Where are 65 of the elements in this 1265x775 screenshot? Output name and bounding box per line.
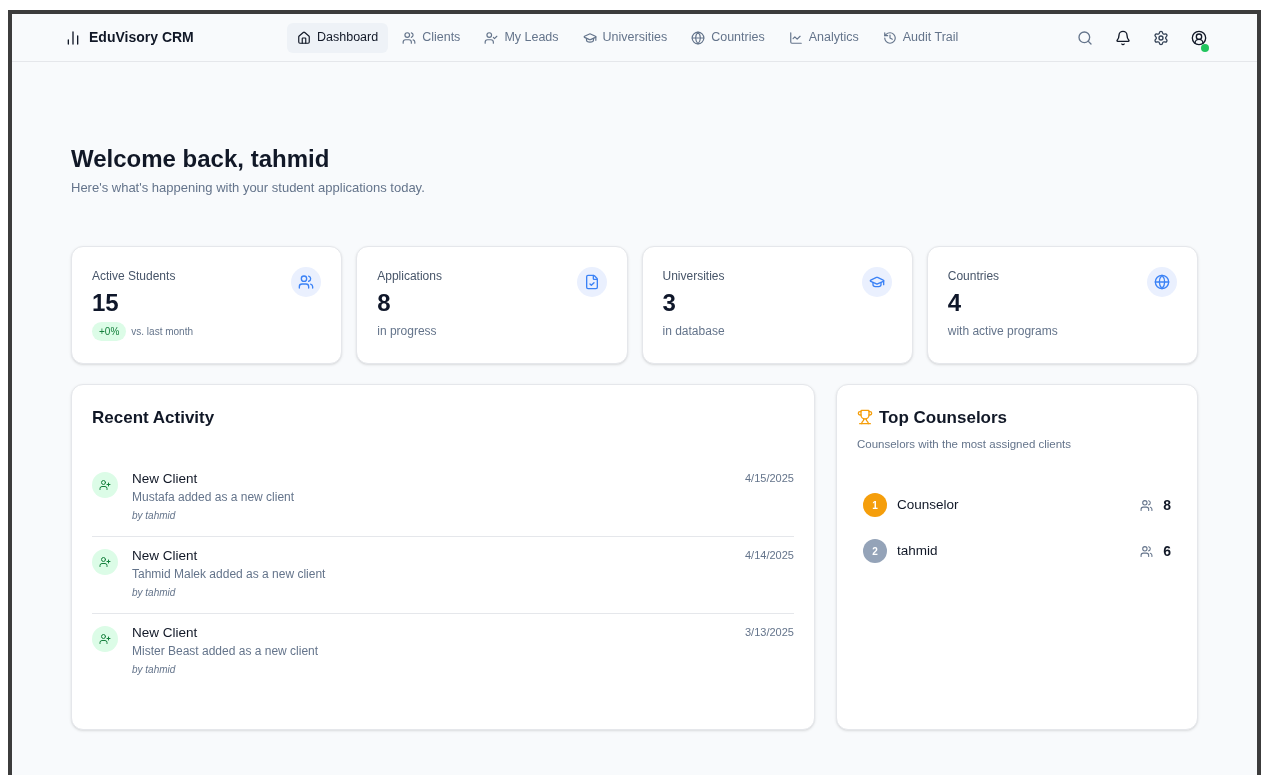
users-icon xyxy=(1140,498,1154,512)
activity-author: by tahmid xyxy=(132,509,177,523)
home-icon xyxy=(297,30,311,45)
activity-date: 4/15/2025 xyxy=(745,471,794,486)
stat-value: 4 xyxy=(947,287,963,318)
file-check-icon xyxy=(583,273,600,290)
nav-tab[interactable]: Dashboard xyxy=(287,22,389,53)
user-plus-icon xyxy=(99,633,111,645)
counselor-name: tahmid xyxy=(896,542,938,561)
card-title: Recent Activity xyxy=(92,406,216,429)
activity-title: New Client xyxy=(132,624,199,642)
stat-label: Applications xyxy=(377,267,442,285)
activity-date: 3/13/2025 xyxy=(745,625,794,640)
nav-tab[interactable]: Countries xyxy=(681,22,775,53)
nav-tab[interactable]: My Leads xyxy=(474,22,569,53)
stat-value: 15 xyxy=(92,287,120,318)
nav-tab[interactable]: Analytics xyxy=(778,22,869,53)
user-avatar-icon[interactable] xyxy=(1191,29,1207,46)
card-subtitle: Counselors with the most assigned clients xyxy=(856,437,1073,452)
welcome-subtitle: Here's what's happening with your student applications today. xyxy=(71,179,426,197)
graduation-cap-icon xyxy=(582,30,597,45)
stat-label: Countries xyxy=(947,267,1001,285)
stat-label: Universities xyxy=(662,267,725,285)
activity-author: by tahmid xyxy=(132,663,177,677)
change-badge: +0% xyxy=(92,321,127,341)
settings-icon[interactable] xyxy=(1153,29,1169,46)
counselor-name: Counselor xyxy=(896,496,959,515)
stat-value: 3 xyxy=(662,287,677,318)
stat-note: vs. last month xyxy=(131,324,193,339)
users-icon xyxy=(298,273,315,290)
user-plus-icon xyxy=(99,479,111,491)
welcome-title: Welcome back, tahmid xyxy=(71,144,331,174)
search-icon[interactable] xyxy=(1077,29,1093,46)
users-icon xyxy=(402,30,417,45)
line-chart-icon xyxy=(788,30,803,45)
activity-title: New Client xyxy=(132,547,199,565)
client-count: 8 xyxy=(1163,495,1171,515)
nav-tab[interactable]: Universities xyxy=(572,22,678,53)
stat-label: Active Students xyxy=(92,267,177,285)
nav-tab[interactable]: Audit Trail xyxy=(872,22,969,53)
user-plus-icon xyxy=(99,556,111,568)
bar-chart-icon xyxy=(65,29,81,46)
bell-icon[interactable] xyxy=(1115,29,1131,46)
activity-author: by tahmid xyxy=(132,586,177,600)
nav-tab[interactable]: Clients xyxy=(392,22,471,53)
stat-note: with active programs xyxy=(947,322,1058,340)
activity-description: Mister Beast added as a new client xyxy=(132,643,319,660)
activity-title: New Client xyxy=(132,470,199,488)
user-check-icon xyxy=(484,30,499,45)
client-count: 6 xyxy=(1163,541,1171,561)
stat-value: 8 xyxy=(377,287,392,318)
activity-description: Tahmid Malek added as a new client xyxy=(132,566,326,583)
stat-note: in progress xyxy=(377,322,437,340)
globe-icon xyxy=(691,30,706,45)
rank-badge: 1 xyxy=(862,493,887,518)
users-icon xyxy=(1140,544,1154,558)
activity-description: Mustafa added as a new client xyxy=(132,489,295,506)
activity-date: 4/14/2025 xyxy=(745,548,794,563)
card-title: Top Counselors xyxy=(878,406,1008,429)
stat-note: in database xyxy=(662,322,725,340)
history-icon xyxy=(882,30,897,45)
globe-icon xyxy=(1154,273,1170,290)
rank-badge: 2 xyxy=(862,539,887,564)
brand-name: EduVisory CRM xyxy=(89,28,194,47)
trophy-icon xyxy=(856,409,873,426)
